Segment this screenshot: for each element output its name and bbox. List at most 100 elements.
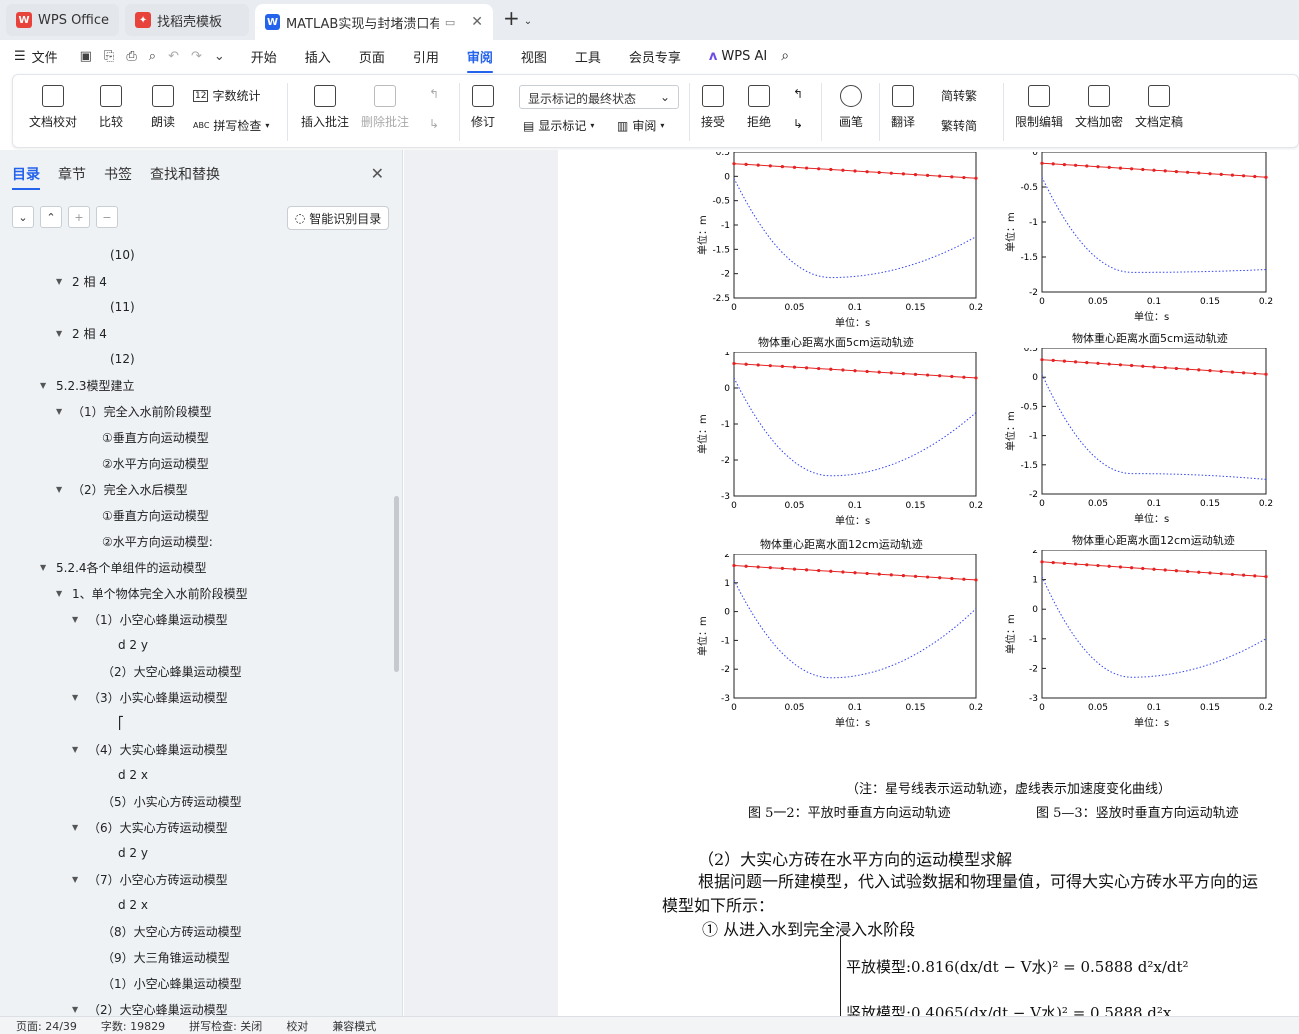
smart-toc-button[interactable]: ◌ 智能识别目录 bbox=[287, 206, 389, 230]
redo-icon[interactable]: ↷ bbox=[191, 49, 202, 64]
next-comment-icon[interactable]: ↳ bbox=[429, 117, 439, 131]
toc-item[interactable]: ①垂直方向运动模型 bbox=[0, 502, 395, 528]
finalize-button[interactable]: 文档定稿 bbox=[1135, 85, 1183, 130]
markup-state-select[interactable]: 显示标记的最终状态 ⌄ bbox=[519, 85, 679, 109]
new-tab-button[interactable]: + bbox=[503, 6, 520, 30]
nav-scrollbar[interactable] bbox=[394, 496, 399, 672]
toc-item[interactable]: ▼ （7）小空心方砖运动模型 bbox=[0, 866, 395, 892]
expand-triangle-icon[interactable]: ▼ bbox=[40, 563, 52, 572]
close-icon[interactable]: ✕ bbox=[471, 14, 483, 30]
remove-heading-button[interactable]: − bbox=[96, 206, 118, 228]
wps-ai-button[interactable]: ʌ WPS AI bbox=[709, 49, 767, 64]
toc-item[interactable]: d 2 x bbox=[0, 892, 395, 918]
expand-triangle-icon[interactable]: ▼ bbox=[72, 1005, 84, 1014]
accept-button[interactable]: 接受 bbox=[701, 85, 725, 130]
proofread-button[interactable]: 文档校对 bbox=[29, 85, 77, 130]
expand-triangle-icon[interactable]: ▼ bbox=[72, 875, 84, 884]
toc-item[interactable]: ▼ 5.2.3模型建立 bbox=[0, 372, 395, 398]
tab-template[interactable]: ✦ 找稻壳模板 bbox=[125, 4, 250, 36]
toc-item[interactable]: ▼ 2 相 4 bbox=[0, 320, 395, 346]
toc-item[interactable]: ▼ （6）大实心方砖运动模型 bbox=[0, 814, 395, 840]
show-markup-button[interactable]: ▤ 显示标记 ▾ bbox=[523, 117, 594, 134]
to-traditional-button[interactable]: 简转繁 bbox=[941, 87, 977, 104]
close-icon[interactable]: ✕ bbox=[371, 164, 384, 183]
toc-item[interactable]: ▼ 2 相 4 bbox=[0, 268, 395, 294]
nav-tab-find-replace[interactable]: 查找和替换 bbox=[150, 164, 220, 184]
expand-triangle-icon[interactable]: ▼ bbox=[56, 329, 68, 338]
expand-triangle-icon[interactable]: ▼ bbox=[40, 381, 52, 390]
expand-triangle-icon[interactable]: ▼ bbox=[72, 745, 84, 754]
proof-status[interactable]: 校对 bbox=[286, 1018, 308, 1034]
toc-item[interactable]: （5）小实心方砖运动模型 bbox=[0, 788, 395, 814]
spell-check-status[interactable]: 拼写检查: 关闭 bbox=[189, 1018, 262, 1034]
toc-item[interactable]: d 2 y bbox=[0, 632, 395, 658]
expand-triangle-icon[interactable]: ▼ bbox=[56, 277, 68, 286]
expand-triangle-icon[interactable]: ▼ bbox=[72, 823, 84, 832]
toc-item[interactable]: ▼ （3）小实心蜂巢运动模型 bbox=[0, 684, 395, 710]
delete-comment-button[interactable]: 删除批注 bbox=[361, 85, 409, 130]
chevron-down-icon[interactable]: ⌄ bbox=[524, 16, 532, 27]
prev-comment-icon[interactable]: ↰ bbox=[429, 87, 439, 101]
toc-item[interactable]: (11) bbox=[0, 294, 395, 320]
nav-tab-bookmarks[interactable]: 书签 bbox=[104, 164, 132, 184]
spell-check-button[interactable]: ABC 拼写检查 ▾ bbox=[193, 117, 269, 134]
prev-change-icon[interactable]: ↰ bbox=[793, 87, 803, 101]
word-count[interactable]: 字数: 19829 bbox=[101, 1018, 165, 1034]
toc-item[interactable]: ⎡ bbox=[0, 710, 395, 736]
toc-item[interactable]: ②水平方向运动模型 bbox=[0, 450, 395, 476]
tab-document[interactable]: W MATLAB实现与封堵溃口有关 ▭ ✕ bbox=[255, 4, 494, 40]
to-simplified-button[interactable]: 繁转简 bbox=[941, 117, 977, 134]
expand-triangle-icon[interactable]: ▼ bbox=[72, 615, 84, 624]
menu-home[interactable]: 开始 bbox=[251, 47, 277, 66]
toc-item[interactable]: （1）小空心蜂巢运动模型 bbox=[0, 970, 395, 996]
toc-item[interactable]: (12) bbox=[0, 346, 395, 372]
expand-triangle-icon[interactable]: ▼ bbox=[56, 407, 68, 416]
menu-references[interactable]: 引用 bbox=[413, 47, 439, 66]
menu-page[interactable]: 页面 bbox=[359, 47, 385, 66]
chevron-down-icon[interactable]: ⌄ bbox=[214, 49, 225, 64]
expand-triangle-icon[interactable]: ▼ bbox=[72, 693, 84, 702]
pen-button[interactable]: 画笔 bbox=[839, 85, 863, 130]
print-icon[interactable]: ⎙ bbox=[126, 49, 136, 64]
revise-button[interactable]: 修订 bbox=[471, 85, 495, 130]
read-aloud-button[interactable]: 朗读 bbox=[151, 85, 175, 130]
page-count[interactable]: 页面: 24/39 bbox=[16, 1018, 77, 1034]
expand-triangle-icon[interactable]: ▼ bbox=[56, 485, 68, 494]
restrict-edit-button[interactable]: 限制编辑 bbox=[1015, 85, 1063, 130]
print-preview-icon[interactable]: ⌕ bbox=[149, 49, 156, 64]
review-pane-button[interactable]: ▥ 审阅 ▾ bbox=[617, 117, 664, 134]
toc-item[interactable]: ▼ （2）完全入水后模型 bbox=[0, 476, 395, 502]
next-change-icon[interactable]: ↳ bbox=[793, 117, 803, 131]
menu-view[interactable]: 视图 bbox=[521, 47, 547, 66]
toc-item[interactable]: ①垂直方向运动模型 bbox=[0, 424, 395, 450]
toc-item[interactable]: ②水平方向运动模型: bbox=[0, 528, 395, 554]
toc-item[interactable]: ▼ 1、单个物体完全入水前阶段模型 bbox=[0, 580, 395, 606]
search-icon[interactable]: ⌕ bbox=[781, 48, 789, 64]
toc-item[interactable]: d 2 x bbox=[0, 762, 395, 788]
nav-tab-sections[interactable]: 章节 bbox=[58, 164, 86, 184]
toc-item[interactable]: (10) bbox=[0, 242, 395, 268]
add-heading-button[interactable]: + bbox=[68, 206, 90, 228]
nav-tab-toc[interactable]: 目录 bbox=[12, 164, 40, 190]
toc-item[interactable]: ▼ （4）大实心蜂巢运动模型 bbox=[0, 736, 395, 762]
toc-item[interactable]: （8）大空心方砖运动模型 bbox=[0, 918, 395, 944]
file-menu[interactable]: ☰ 文件 bbox=[14, 47, 58, 66]
expand-up-button[interactable]: ⌃ bbox=[40, 206, 62, 228]
toc-item[interactable]: （9）大三角锥运动模型 bbox=[0, 944, 395, 970]
translate-button[interactable]: 翻译 bbox=[891, 85, 915, 130]
toc-item[interactable]: ▼ （1）完全入水前阶段模型 bbox=[0, 398, 395, 424]
toc-item[interactable]: ▼ 5.2.4各个单组件的运动模型 bbox=[0, 554, 395, 580]
insert-comment-button[interactable]: 插入批注 bbox=[301, 85, 349, 130]
menu-review[interactable]: 审阅 bbox=[466, 47, 493, 73]
undo-icon[interactable]: ↶ bbox=[168, 49, 179, 64]
export-icon[interactable]: ⎘ bbox=[104, 49, 114, 64]
tab-wps-office[interactable]: W WPS Office bbox=[6, 4, 120, 36]
menu-insert[interactable]: 插入 bbox=[305, 47, 331, 66]
collapse-all-button[interactable]: ⌄ bbox=[12, 206, 34, 228]
menu-member[interactable]: 会员专享 bbox=[629, 47, 681, 66]
word-count-button[interactable]: 12 字数统计 bbox=[193, 87, 260, 104]
compare-button[interactable]: 比较 bbox=[99, 85, 123, 130]
toc-item[interactable]: ▼ （1）小空心蜂巢运动模型 bbox=[0, 606, 395, 632]
toc-item[interactable]: d 2 y bbox=[0, 840, 395, 866]
save-icon[interactable]: ▣ bbox=[80, 49, 92, 64]
